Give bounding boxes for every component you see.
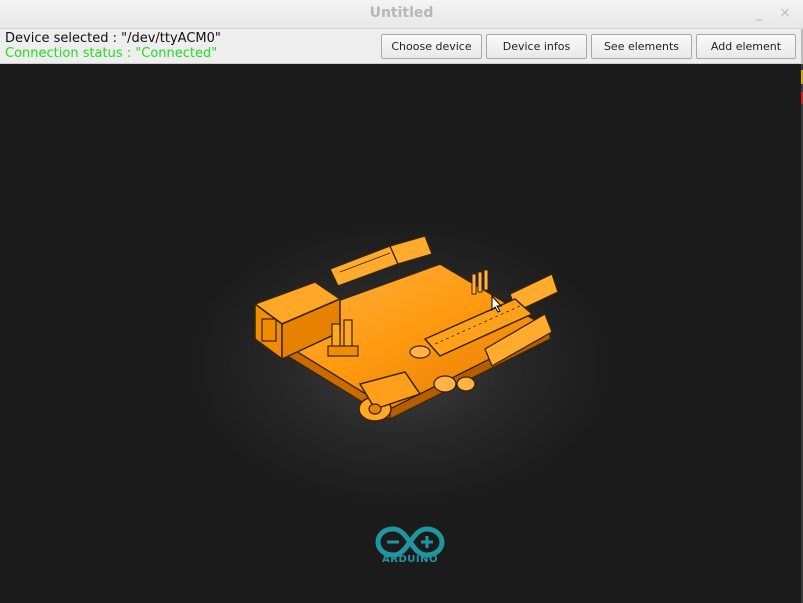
arduino-logo-text: ARDUINO <box>382 554 438 565</box>
toolbar: Device selected : "/dev/ttyACM0" Connect… <box>0 29 803 64</box>
add-element-button[interactable]: Add element <box>696 34 796 59</box>
arduino-board-icon[interactable] <box>240 234 570 424</box>
application-window: Untitled _ × Device selected : "/dev/tty… <box>0 0 803 603</box>
window-title: Untitled <box>369 5 434 21</box>
device-infos-button[interactable]: Device infos <box>486 34 587 59</box>
choose-device-button[interactable]: Choose device <box>381 34 482 59</box>
title-bar[interactable]: Untitled _ × <box>0 0 803 29</box>
device-selected-label: Device selected : "/dev/ttyACM0" <box>5 31 221 46</box>
close-icon[interactable]: × <box>776 4 794 22</box>
see-elements-button[interactable]: See elements <box>591 34 692 59</box>
minimize-icon[interactable]: _ <box>750 4 768 22</box>
connection-status-label: Connection status : "Connected" <box>5 46 218 61</box>
mouse-cursor-icon <box>491 295 503 313</box>
device-canvas[interactable]: ARDUINO <box>0 64 801 603</box>
